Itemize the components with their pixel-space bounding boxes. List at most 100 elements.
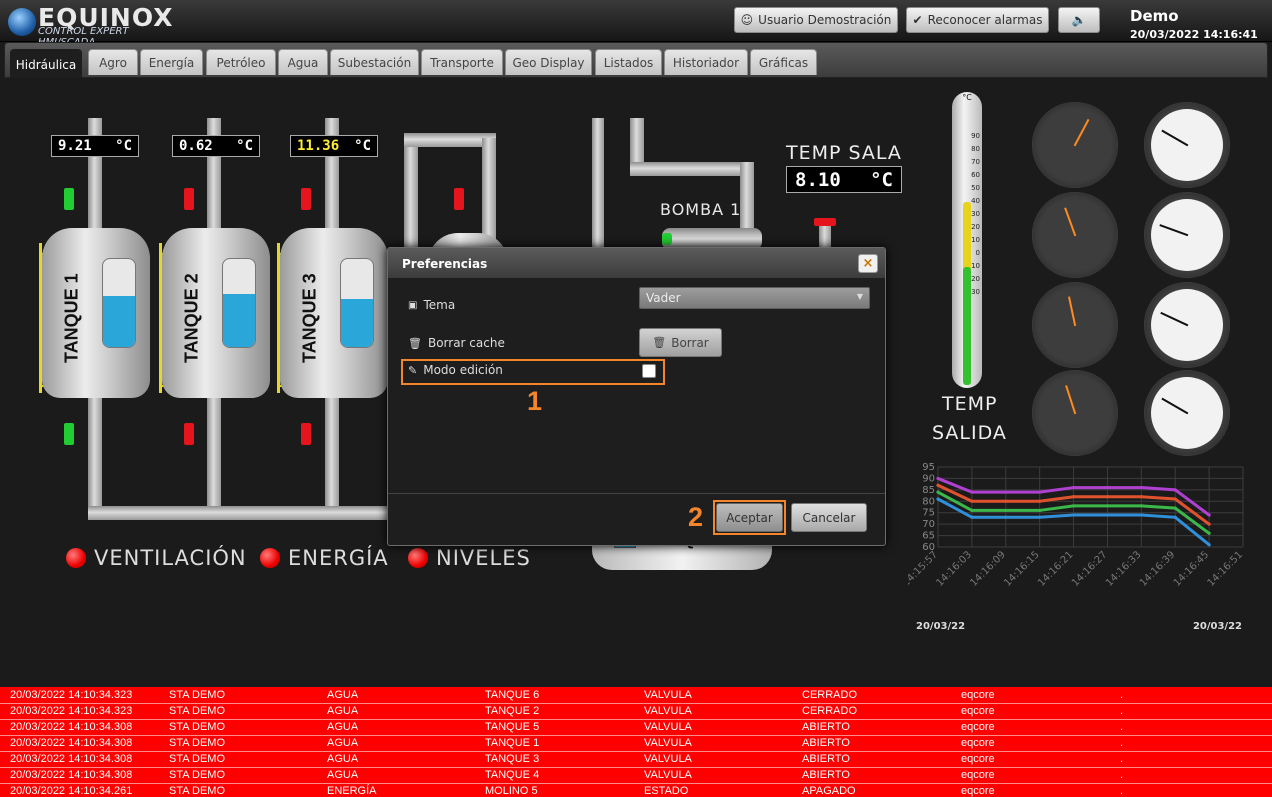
tank-3-label: TANQUE 3 [299,273,320,363]
data-point [1105,504,1110,508]
alarm-cell: TANQUE 2 [485,705,540,717]
valve-tank2-in[interactable] [184,188,194,210]
alarm-cell: AGUA [327,689,359,701]
alarm-cell: 20/03/2022 14:10:34.323 [10,705,133,717]
tab-transporte[interactable]: Transporte [421,49,503,75]
user-button[interactable]: ☺ Usuario Demostración [734,7,898,33]
tank-1-level-fill [103,295,135,347]
valve-tank2-out[interactable] [184,423,194,445]
tank1-temp-display: 9.21 °C [51,135,139,157]
pipe [88,388,102,513]
cancel-button[interactable]: Cancelar [791,503,867,532]
tank-2-label: TANQUE 2 [181,273,202,363]
borrar-button[interactable]: 🗑 Borrar [639,328,722,357]
tab-hidraulica[interactable]: Hidráulica [10,49,82,79]
tab-historiador[interactable]: Historiador [664,49,748,75]
pipe [207,388,221,513]
gauge-light-4 [1144,370,1230,456]
alarm-cell: ABIERTO [802,737,850,749]
data-point [1139,513,1143,517]
data-point [1071,504,1076,508]
tab-subestacion[interactable]: Subestación [330,49,419,75]
close-icon[interactable]: × [858,254,878,273]
alarm-row[interactable]: 20/03/2022 14:10:34.323 STA DEMO AGUA TANQU… [0,688,1272,704]
alarm-cell: eqcore [961,769,995,781]
valve-tank4-in[interactable] [454,188,464,210]
alarm-row[interactable]: 20/03/2022 14:10:34.308 STA DEMO AGUA TANQU… [0,736,1272,752]
tab-energia[interactable]: Energía [140,49,203,75]
alarm-cell: STA DEMO [169,721,226,733]
gauge-light-3 [1144,282,1230,368]
valve-tank1-in[interactable] [64,188,74,210]
tab-agro[interactable]: Agro [88,49,138,75]
tank-3[interactable]: TANQUE 3 [280,228,388,398]
alarm-cell: ABIERTO [802,721,850,733]
user-button-label: Usuario Demostración [758,13,892,27]
alarm-cell: eqcore [961,737,995,749]
tab-listados[interactable]: Listados [595,49,662,75]
tab-agua[interactable]: Agua [278,49,328,75]
x-tick-label: 14:16:21 [1036,549,1076,589]
tema-value: Vader [646,291,681,305]
alarm-row[interactable]: 20/03/2022 14:10:34.308 STA DEMO AGUA TANQU… [0,720,1272,736]
alarm-cell: STA DEMO [169,705,226,717]
pipe [592,118,604,248]
tank-1[interactable]: TANQUE 1 [42,228,150,398]
modo-label: Modo edición [423,363,503,377]
pipe [325,388,339,513]
alarm-cell: . [1120,769,1124,781]
alarm-cell: ESTADO [644,785,689,797]
y-tick-label: 70 [922,519,935,530]
modo-edicion-checkbox[interactable] [642,364,656,378]
data-point [1038,490,1042,494]
data-point [1071,495,1076,499]
x-tick-label: 14:16:51 [1206,549,1246,589]
alarm-row[interactable]: 20/03/2022 14:10:34.261 STA DEMO ENERGÍA MO… [0,784,1272,797]
alarm-row[interactable]: 20/03/2022 14:10:34.308 STA DEMO AGUA TANQU… [0,752,1272,768]
alarm-cell: STA DEMO [169,769,226,781]
x-tick-label: 14:16:33 [1104,549,1144,589]
data-point [970,515,974,519]
acknowledge-alarms-button[interactable]: ✔ Reconocer alarmas [906,7,1049,33]
alarm-cell: CERRADO [802,705,858,717]
current-user: Demo [1130,7,1179,25]
valve-tank3-out[interactable] [301,423,311,445]
tema-label: Tema [423,298,456,312]
tema-select[interactable]: Vader ▼ [639,287,870,309]
alarm-cell: eqcore [961,753,995,765]
thermometer-tick: 10 [971,262,980,270]
valve-pump-out[interactable] [814,218,836,226]
data-point [1173,497,1177,501]
alarm-cell: AGUA [327,737,359,749]
data-point [936,483,940,487]
tab-geo-display[interactable]: Geo Display [505,49,592,75]
speaker-icon: 🔈 [1071,13,1087,27]
data-point [1004,499,1008,503]
thermometer-tick: 60 [971,171,980,179]
accept-button[interactable]: Aceptar [716,503,783,532]
image-icon: ▣ [408,299,418,311]
tab-graficas[interactable]: Gráficas [750,49,817,75]
data-point [1207,531,1211,535]
valve-tank1-out[interactable] [64,423,74,445]
y-tick-label: 95 [922,463,935,473]
alarm-cell: AGUA [327,721,359,733]
alarm-row[interactable]: 20/03/2022 14:10:34.308 STA DEMO AGUA TANQU… [0,768,1272,784]
pencil-icon: ✎ [408,363,418,377]
alarm-cell: APAGADO [802,785,856,797]
tank-3-level-gauge [340,258,374,348]
sound-button[interactable]: 🔈 [1058,7,1100,33]
alarm-cell: STA DEMO [169,689,226,701]
borrar-button-label: Borrar [671,335,709,350]
step1-number: 1 [527,386,543,416]
alarm-row[interactable]: 20/03/2022 14:10:34.323 STA DEMO AGUA TANQU… [0,704,1272,720]
tab-petroleo[interactable]: Petróleo [206,49,276,75]
tank-2[interactable]: TANQUE 2 [162,228,270,398]
valve-tank3-in[interactable] [301,188,311,210]
x-tick-label: 14:16:15 [1002,549,1042,589]
alarm-cell: . [1120,721,1124,733]
y-tick-label: 65 [922,531,935,542]
check-icon: ✔ [912,13,923,27]
alarm-light-icon [260,548,280,568]
gauge-dark-2 [1032,192,1118,278]
